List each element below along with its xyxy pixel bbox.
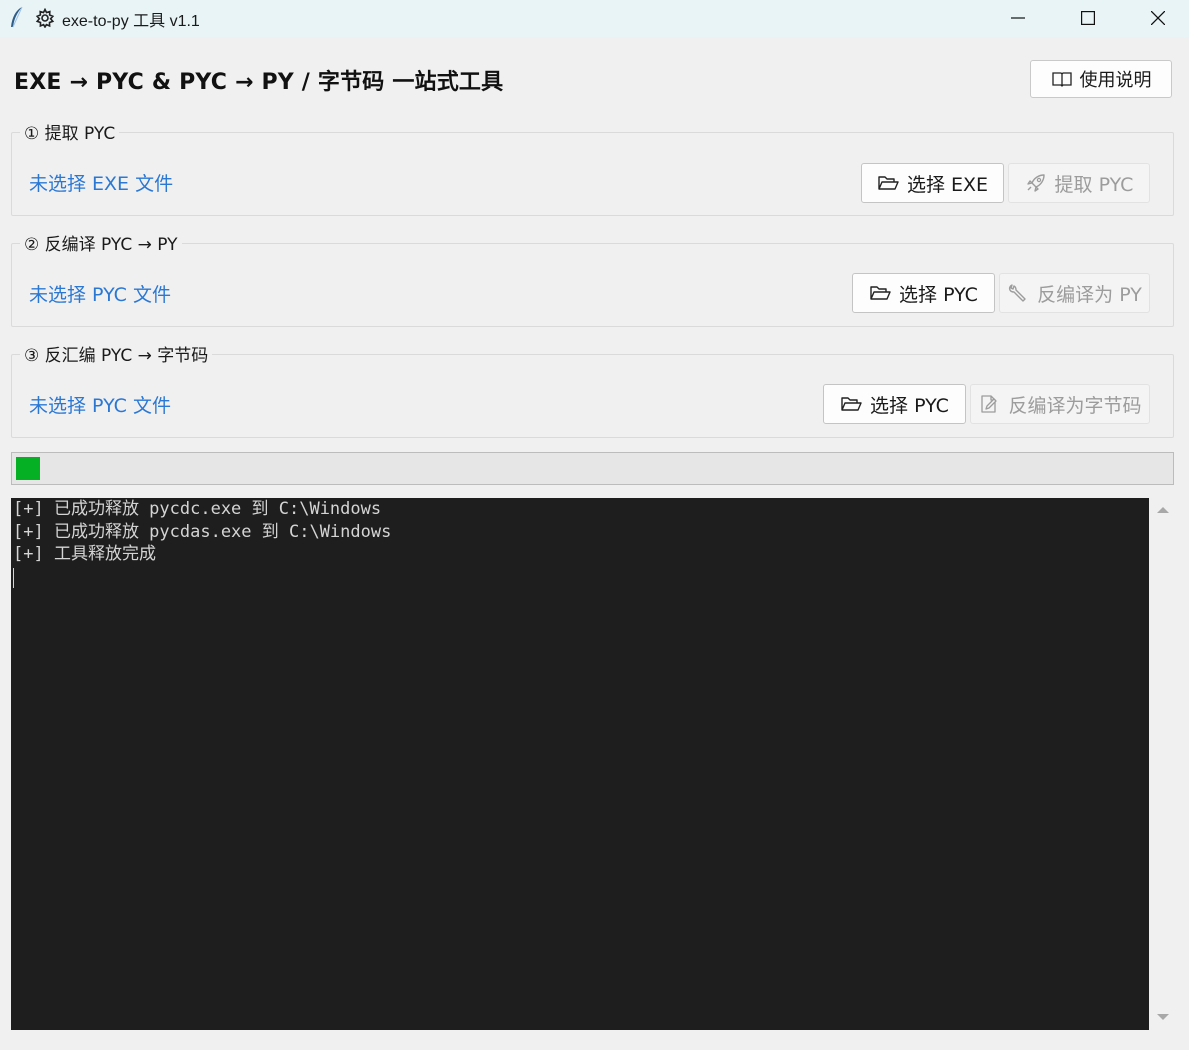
help-button[interactable]: 使用说明	[1030, 60, 1172, 98]
decompile-to-py-button[interactable]: 反编译为 PY	[999, 273, 1150, 313]
select-pyc-button[interactable]: 选择 PYC	[823, 384, 966, 424]
window-title: exe-to-py 工具 v1.1	[62, 13, 200, 30]
close-icon	[1151, 11, 1165, 25]
scroll-down-arrow-icon[interactable]	[1154, 1010, 1172, 1024]
progress-bar	[11, 452, 1174, 485]
title-bar: exe-to-py 工具 v1.1	[0, 0, 1189, 37]
decompile-to-py-label: 反编译为 PY	[1037, 283, 1142, 306]
edit-document-icon	[981, 395, 998, 413]
log-line: [+] 已成功释放 pycdas.exe 到 C:\Windows	[13, 521, 392, 542]
decompile-pyc-group: ② 反编译 PYC → PY 未选择 PYC 文件 选择 PYC 反编译为 PY	[11, 230, 1174, 327]
wrench-icon	[1009, 284, 1026, 302]
minimize-button[interactable]	[995, 0, 1041, 37]
help-label: 使用说明	[1079, 70, 1152, 91]
feather-icon	[11, 6, 23, 28]
maximize-button[interactable]	[1065, 0, 1111, 37]
folder-open-icon	[878, 176, 899, 190]
group-title: ① 提取 PYC	[20, 119, 120, 144]
maximize-icon	[1081, 11, 1095, 25]
page-title: EXE → PYC & PYC → PY / 字节码 一站式工具	[14, 70, 504, 95]
group-title: ② 反编译 PYC → PY	[20, 230, 182, 255]
select-pyc-button[interactable]: 选择 PYC	[852, 273, 995, 313]
close-button[interactable]	[1135, 0, 1181, 37]
disassemble-to-bytecode-button[interactable]: 反编译为字节码	[970, 384, 1150, 424]
log-line: [+] 已成功释放 pycdc.exe 到 C:\Windows	[13, 499, 382, 519]
rocket-icon	[1026, 174, 1045, 192]
extract-pyc-label: 提取 PYC	[1054, 173, 1134, 196]
scroll-up-arrow-icon[interactable]	[1154, 503, 1172, 517]
extract-pyc-button[interactable]: 提取 PYC	[1008, 163, 1150, 203]
minimize-icon	[1011, 17, 1025, 19]
pyc-file-status: 未选择 PYC 文件	[29, 395, 171, 417]
group-title: ③ 反汇编 PYC → 字节码	[20, 341, 213, 366]
folder-open-icon	[870, 286, 891, 300]
folder-open-icon	[841, 397, 862, 411]
progress-fill	[16, 457, 40, 480]
log-line: [+] 工具释放完成	[13, 544, 156, 564]
text-cursor	[13, 567, 14, 588]
select-pyc-label: 选择 PYC	[899, 283, 978, 306]
exe-file-status: 未选择 EXE 文件	[29, 173, 174, 195]
select-exe-button[interactable]: 选择 EXE	[861, 163, 1004, 203]
select-exe-label: 选择 EXE	[906, 173, 989, 196]
disassemble-to-bytecode-label: 反编译为字节码	[1008, 394, 1142, 417]
log-console[interactable]: [+] 已成功释放 pycdc.exe 到 C:\Windows [+] 已成功…	[11, 498, 1149, 1030]
book-icon	[1051, 72, 1072, 87]
pyc-file-status: 未选择 PYC 文件	[29, 284, 171, 306]
extract-pyc-group: ① 提取 PYC 未选择 EXE 文件 选择 EXE 提取 PYC	[11, 119, 1174, 216]
disassemble-pyc-group: ③ 反汇编 PYC → 字节码 未选择 PYC 文件 选择 PYC 反编译为字节…	[11, 341, 1174, 438]
select-pyc-label: 选择 PYC	[870, 394, 949, 417]
gear-icon	[35, 8, 55, 28]
